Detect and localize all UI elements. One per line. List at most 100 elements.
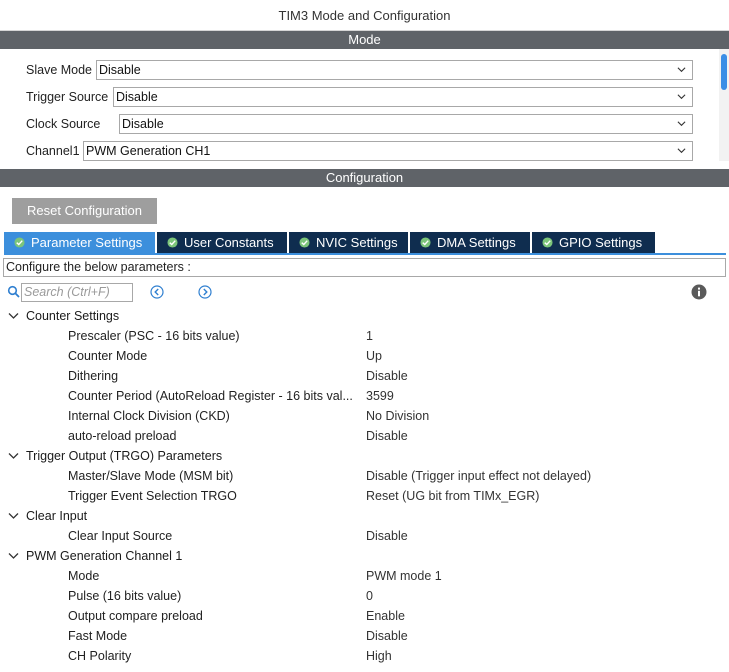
param-name: Fast Mode	[68, 629, 128, 643]
group-trigger-output[interactable]: Trigger Output (TRGO) Parameters	[0, 446, 729, 466]
param-name: Output compare preload	[68, 609, 203, 623]
param-row[interactable]: Counter Period (AutoReload Register - 16…	[0, 386, 729, 406]
slave-mode-value: Disable	[99, 63, 141, 77]
param-value[interactable]: Up	[366, 346, 382, 366]
param-value[interactable]: Enable	[366, 606, 405, 626]
window-title: TIM3 Mode and Configuration	[0, 0, 729, 31]
chevron-down-icon	[677, 94, 686, 100]
check-circle-icon	[14, 237, 25, 248]
clock-source-value: Disable	[122, 117, 164, 131]
group-label: PWM Generation Channel 1	[26, 549, 183, 563]
param-value[interactable]: Reset (UG bit from TIMx_EGR)	[366, 486, 539, 506]
mode-scroll-thumb[interactable]	[721, 54, 727, 90]
param-row[interactable]: Internal Clock Division (CKD) No Divisio…	[0, 406, 729, 426]
param-row[interactable]: auto-reload preload Disable	[0, 426, 729, 446]
param-row[interactable]: Master/Slave Mode (MSM bit) Disable (Tri…	[0, 466, 729, 486]
check-circle-icon	[299, 237, 310, 248]
param-name: auto-reload preload	[68, 429, 177, 443]
param-value[interactable]: Disable (Trigger input effect not delaye…	[366, 466, 591, 486]
search-input[interactable]: Search (Ctrl+F)	[21, 283, 133, 302]
circle-arrow-right-icon[interactable]	[198, 285, 212, 299]
param-value[interactable]: 0	[366, 586, 373, 606]
param-name: Master/Slave Mode (MSM bit)	[68, 469, 234, 483]
param-row[interactable]: Pulse (16 bits value) 0	[0, 586, 729, 606]
param-value[interactable]: 1	[366, 326, 373, 346]
group-label: Trigger Output (TRGO) Parameters	[26, 449, 223, 463]
param-row[interactable]: Clear Input Source Disable	[0, 526, 729, 546]
circle-arrow-left-icon[interactable]	[150, 285, 164, 299]
trigger-source-value: Disable	[116, 90, 158, 104]
param-value[interactable]: Disable	[366, 526, 408, 546]
clock-source-label: Clock Source	[26, 117, 101, 131]
check-circle-icon	[167, 237, 178, 248]
tab-parameter-settings[interactable]: Parameter Settings	[4, 232, 155, 253]
group-label: Clear Input	[26, 509, 88, 523]
mode-panel: Slave Mode Disable Trigger Source Disabl…	[0, 49, 729, 161]
param-value[interactable]: PWM mode 1	[366, 566, 442, 586]
trigger-source-label: Trigger Source	[26, 90, 109, 104]
tab-label: NVIC Settings	[316, 235, 398, 250]
chevron-down-icon[interactable]	[8, 552, 19, 560]
mode-section-header: Mode	[0, 31, 729, 49]
mode-scrollbar[interactable]	[719, 49, 729, 161]
param-value[interactable]: No Division	[366, 406, 429, 426]
param-name: Clear Input Source	[68, 529, 173, 543]
param-name: Internal Clock Division (CKD)	[68, 409, 230, 423]
reset-configuration-button[interactable]: Reset Configuration	[12, 198, 157, 224]
tab-label: Parameter Settings	[31, 235, 143, 250]
search-icon[interactable]	[7, 285, 21, 299]
group-counter-settings[interactable]: Counter Settings	[0, 306, 729, 326]
tab-dma-settings[interactable]: DMA Settings	[410, 232, 530, 253]
group-clear-input[interactable]: Clear Input	[0, 506, 729, 526]
chevron-down-icon	[677, 121, 686, 127]
param-row[interactable]: Trigger Event Selection TRGO Reset (UG b…	[0, 486, 729, 506]
slave-mode-row: Slave Mode	[26, 60, 94, 80]
chevron-down-icon[interactable]	[8, 312, 19, 320]
slave-mode-label: Slave Mode	[26, 63, 93, 77]
tab-nvic-settings[interactable]: NVIC Settings	[289, 232, 408, 253]
slave-mode-select[interactable]: Disable	[96, 60, 693, 80]
tab-user-constants[interactable]: User Constants	[157, 232, 287, 253]
channel1-label: Channel1	[26, 144, 80, 158]
param-row[interactable]: Output compare preload Enable	[0, 606, 729, 626]
tab-label: User Constants	[184, 235, 274, 250]
trigger-source-row: Trigger Source	[26, 87, 110, 107]
chevron-down-icon[interactable]	[8, 452, 19, 460]
channel1-value: PWM Generation CH1	[86, 144, 211, 158]
check-circle-icon	[420, 237, 431, 248]
param-row[interactable]: Counter Mode Up	[0, 346, 729, 366]
tab-label: DMA Settings	[437, 235, 516, 250]
tab-label: GPIO Settings	[559, 235, 643, 250]
param-row[interactable]: CH Polarity High	[0, 646, 729, 666]
chevron-down-icon	[677, 67, 686, 73]
param-value[interactable]: Disable	[366, 366, 408, 386]
param-value[interactable]: High	[366, 646, 392, 666]
configuration-section-header: Configuration	[0, 169, 729, 187]
clock-source-select[interactable]: Disable	[119, 114, 693, 134]
param-row[interactable]: Dithering Disable	[0, 366, 729, 386]
param-row[interactable]: Fast Mode Disable	[0, 626, 729, 646]
group-pwm-generation-channel-1[interactable]: PWM Generation Channel 1	[0, 546, 729, 566]
chevron-down-icon[interactable]	[8, 512, 19, 520]
param-name: Counter Period (AutoReload Register - 16…	[68, 389, 353, 403]
trigger-source-select[interactable]: Disable	[113, 87, 693, 107]
tab-underline	[4, 253, 726, 255]
check-circle-icon	[542, 237, 553, 248]
config-description: Configure the below parameters :	[3, 258, 726, 277]
chevron-down-icon	[677, 148, 686, 154]
channel1-select[interactable]: PWM Generation CH1	[83, 141, 693, 161]
config-tabs: Parameter Settings User Constants NVIC S…	[4, 232, 657, 253]
param-name: Dithering	[68, 369, 119, 383]
param-name: Counter Mode	[68, 349, 148, 363]
param-name: Trigger Event Selection TRGO	[68, 489, 237, 503]
tab-gpio-settings[interactable]: GPIO Settings	[532, 232, 655, 253]
param-name: Prescaler (PSC - 16 bits value)	[68, 329, 240, 343]
param-name: Pulse (16 bits value)	[68, 589, 182, 603]
info-icon[interactable]	[691, 284, 707, 300]
param-value[interactable]: Disable	[366, 426, 408, 446]
param-row[interactable]: Prescaler (PSC - 16 bits value) 1	[0, 326, 729, 346]
param-value[interactable]: Disable	[366, 626, 408, 646]
param-value[interactable]: 3599	[366, 386, 394, 406]
group-label: Counter Settings	[26, 309, 120, 323]
param-row[interactable]: Mode PWM mode 1	[0, 566, 729, 586]
